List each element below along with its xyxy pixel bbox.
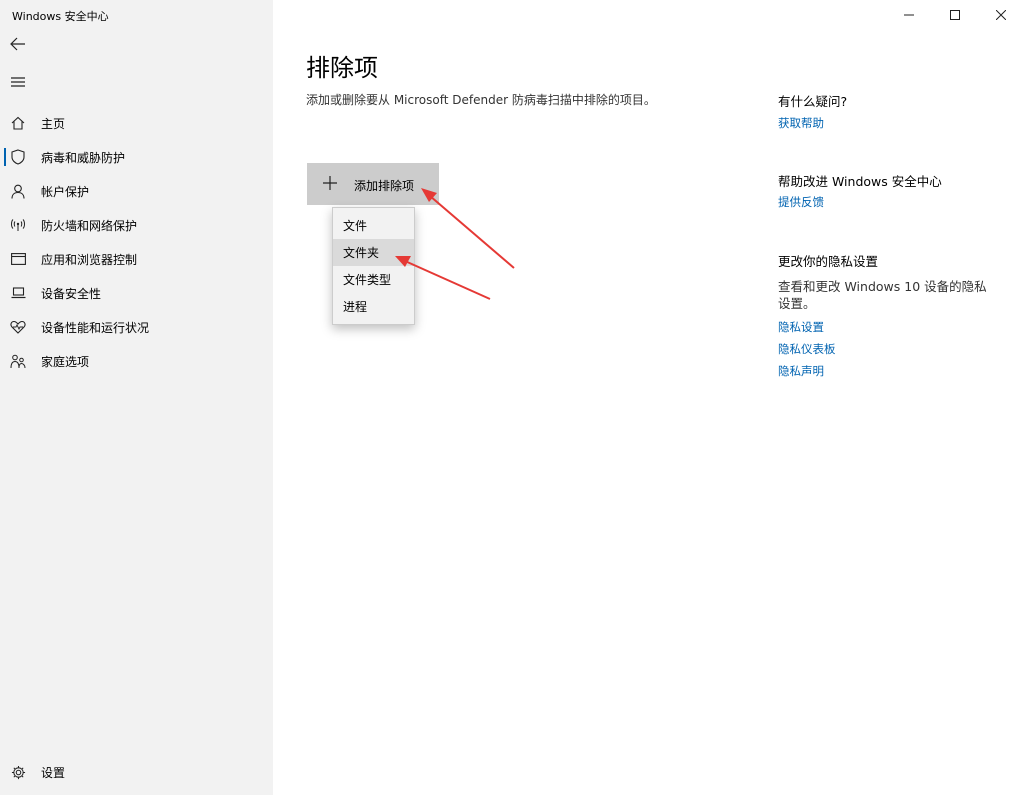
- gear-icon: [10, 764, 26, 780]
- sidebar-item-app-browser-control[interactable]: 应用和浏览器控制: [0, 242, 273, 276]
- hamburger-menu-icon: [11, 77, 25, 87]
- sidebar: 主页 病毒和威胁防护 帐户保护 防火墙和网络保护 应用和浏览器控制 设备安全性 …: [0, 0, 273, 795]
- add-exclusion-label: 添加排除项: [354, 179, 415, 193]
- questions-heading: 有什么疑问?: [778, 94, 848, 109]
- menu-item-folder[interactable]: 文件夹: [333, 239, 414, 266]
- heart-icon: [10, 319, 26, 335]
- shield-icon: [10, 149, 26, 165]
- page-description: 添加或删除要从 Microsoft Defender 防病毒扫描中排除的项目。: [306, 93, 656, 107]
- add-exclusion-button[interactable]: 添加排除项: [307, 163, 439, 205]
- exclusion-type-menu: 文件 文件夹 文件类型 进程: [332, 207, 415, 325]
- sidebar-item-label: 设备性能和运行状况: [41, 321, 150, 335]
- window-title: Windows 安全中心: [12, 10, 109, 23]
- sidebar-item-label: 家庭选项: [41, 355, 90, 369]
- improve-heading: 帮助改进 Windows 安全中心: [778, 174, 942, 189]
- sidebar-item-device-performance[interactable]: 设备性能和运行状况: [0, 310, 273, 344]
- menu-item-file-type[interactable]: 文件类型: [333, 266, 414, 293]
- windows-security-window: 主页 病毒和威胁防护 帐户保护 防火墙和网络保护 应用和浏览器控制 设备安全性 …: [0, 0, 1024, 795]
- privacy-dashboard-link[interactable]: 隐私仪表板: [778, 341, 836, 357]
- sidebar-item-label: 设备安全性: [41, 287, 102, 301]
- sidebar-item-label: 应用和浏览器控制: [41, 253, 138, 267]
- sidebar-item-firewall[interactable]: 防火墙和网络保护: [0, 208, 273, 242]
- sidebar-item-label: 帐户保护: [41, 185, 90, 199]
- home-icon: [10, 115, 26, 131]
- wifi-signal-icon: [10, 217, 26, 233]
- sidebar-item-settings[interactable]: 设置: [0, 755, 273, 789]
- back-arrow-icon: [10, 37, 25, 51]
- sidebar-item-account-protection[interactable]: 帐户保护: [0, 174, 273, 208]
- laptop-icon: [10, 285, 26, 301]
- menu-item-file[interactable]: 文件: [333, 212, 414, 239]
- menu-button[interactable]: [6, 70, 30, 94]
- get-help-link[interactable]: 获取帮助: [778, 115, 824, 131]
- back-button[interactable]: [6, 32, 30, 56]
- sidebar-item-virus-protection[interactable]: 病毒和威胁防护: [0, 140, 273, 174]
- sidebar-item-device-security[interactable]: 设备安全性: [0, 276, 273, 310]
- app-window-icon: [10, 251, 26, 267]
- sidebar-item-label: 防火墙和网络保护: [41, 219, 138, 233]
- privacy-statement-link[interactable]: 隐私声明: [778, 363, 824, 379]
- family-icon: [10, 353, 26, 369]
- sidebar-item-home[interactable]: 主页: [0, 106, 273, 140]
- privacy-heading: 更改你的隐私设置: [778, 254, 879, 269]
- sidebar-item-label: 主页: [41, 117, 66, 131]
- privacy-description: 查看和更改 Windows 10 设备的隐私设置。: [778, 279, 987, 311]
- menu-item-process[interactable]: 进程: [333, 293, 414, 320]
- sidebar-item-family-options[interactable]: 家庭选项: [0, 344, 273, 378]
- plus-icon: [323, 176, 337, 190]
- privacy-settings-link[interactable]: 隐私设置: [778, 319, 824, 335]
- person-icon: [10, 183, 26, 199]
- sidebar-item-label: 设置: [41, 766, 66, 780]
- page-title: 排除项: [306, 54, 378, 82]
- main-content: 排除项 添加或删除要从 Microsoft Defender 防病毒扫描中排除的…: [273, 0, 1024, 795]
- sidebar-item-label: 病毒和威胁防护: [41, 151, 126, 165]
- feedback-link[interactable]: 提供反馈: [778, 194, 824, 210]
